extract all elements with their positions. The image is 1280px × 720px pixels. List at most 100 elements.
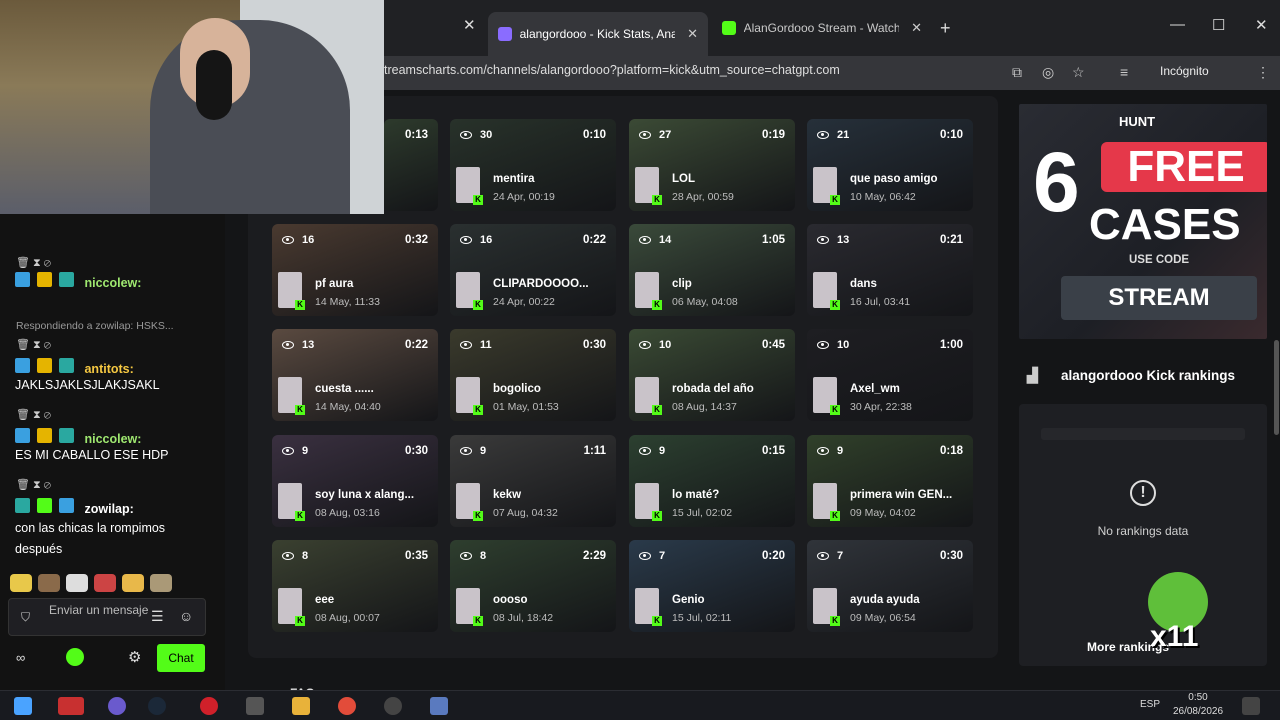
clip-date: 10 May, 06:42 [850, 191, 916, 203]
hunt-ad-banner[interactable]: HUNT 6 FREE CASES USE CODE STREAM [1019, 104, 1267, 339]
eye-off-icon[interactable]: ◎ [1042, 64, 1054, 81]
eye-icon [817, 131, 829, 139]
stream-chat-overlay: 🗑 ⧗ ⊘ niccolew: Respondiendo a zowilap: … [0, 214, 225, 690]
clip-title: soy luna x alang... [315, 489, 415, 501]
chat-reply-ref: Respondiendo a zowilap: HSKS... [16, 320, 174, 332]
clip-card[interactable]: 7 0:30 Kayuda ayuda 09 May, 06:54 [807, 540, 973, 632]
clip-card[interactable]: 16 0:32 Kpf aura 14 May, 11:33 [272, 224, 438, 316]
kick-badge-icon: K [295, 511, 305, 521]
close-tab-icon[interactable]: ✕ [463, 16, 476, 34]
close-icon[interactable]: ✕ [687, 26, 698, 42]
clip-card[interactable]: 27 0:19 K LOL 28 Apr, 00:59 [629, 119, 795, 211]
clip-card[interactable]: 0:13 [384, 119, 438, 211]
page-scrollbar[interactable] [1274, 340, 1279, 435]
chat-input-placeholder[interactable]: Enviar un mensaje [49, 603, 149, 618]
ad-brand: HUNT [1119, 114, 1156, 129]
gear-icon[interactable]: ⚙ [128, 648, 141, 666]
clip-duration: 0:22 [582, 234, 606, 246]
kick-badge-icon: K [830, 511, 840, 521]
points-icon[interactable]: ∞ [16, 650, 25, 665]
app-icon[interactable] [430, 697, 448, 715]
steam-icon[interactable] [148, 697, 166, 715]
clip-title: oooso [493, 594, 528, 606]
chat-send-button[interactable]: Chat [157, 644, 205, 672]
clip-card[interactable]: 11 0:30 Kbogolico 01 May, 01:53 [450, 329, 616, 421]
app-icon[interactable] [108, 697, 126, 715]
clip-card[interactable]: 8 2:29 Koooso 08 Jul, 18:42 [450, 540, 616, 632]
clip-duration: 0:18 [939, 445, 963, 457]
maximize-icon[interactable]: ☐ [1212, 16, 1225, 34]
clip-duration: 0:22 [404, 339, 428, 351]
file-explorer-icon[interactable] [292, 697, 310, 715]
clip-card[interactable]: 9 0:18 Kprimera win GEN... 09 May, 04:02 [807, 435, 973, 527]
clip-views: 8 [282, 550, 308, 562]
system-clock[interactable]: 0:50 26/08/2026 [1168, 691, 1228, 719]
kick-badge-icon: K [652, 616, 662, 626]
clip-date: 08 Aug, 00:07 [315, 612, 380, 624]
clip-date: 16 Jul, 03:41 [850, 296, 911, 308]
chat-username[interactable]: niccolew: [84, 276, 141, 290]
clip-card[interactable]: 16 0:22 K CLIPARDOOOO... 24 Apr, 00:22 [450, 224, 616, 316]
language-indicator[interactable]: ESP [1140, 699, 1160, 710]
windows-start-icon[interactable] [14, 697, 32, 715]
rankings-header: ▟ alangordooo Kick rankings [1020, 364, 1270, 388]
eye-icon [460, 236, 472, 244]
clip-card[interactable]: 9 0:30 Ksoy luna x alang... 08 Aug, 03:16 [272, 435, 438, 527]
tab-kick[interactable]: AlanGordooo Stream - Watch L ✕ [712, 12, 932, 44]
kick-badge-icon: K [295, 616, 305, 626]
obs-icon[interactable] [384, 697, 402, 715]
clip-card[interactable]: 8 0:35 Keee 08 Aug, 00:07 [272, 540, 438, 632]
notification-icon[interactable] [1242, 697, 1260, 715]
kick-icon[interactable] [66, 648, 84, 666]
clip-card[interactable]: 21 0:10 Kque paso amigo 10 May, 06:42 [807, 119, 973, 211]
clip-card[interactable]: 10 1:00 K Axel_wm 30 Apr, 22:38 [807, 329, 973, 421]
close-icon[interactable]: ✕ [911, 20, 922, 36]
clip-card[interactable]: 9 0:15 Klo maté? 15 Jul, 02:02 [629, 435, 795, 527]
chat-username[interactable]: zowilap: [84, 502, 133, 516]
clip-card[interactable]: 14 1:05 Kclip 06 May, 04:08 [629, 224, 795, 316]
app-icon[interactable] [246, 697, 264, 715]
window-close-icon[interactable]: ✕ [1255, 16, 1268, 34]
ad-code-button[interactable]: STREAM [1061, 276, 1257, 320]
clip-view-count: 30 [480, 129, 493, 141]
incognito-label[interactable]: Incógnito [1160, 64, 1209, 78]
emote-menu-icon[interactable]: ☰ [151, 608, 164, 625]
chrome-icon[interactable] [338, 697, 356, 715]
menu-kebab-icon[interactable]: ⋮ [1256, 64, 1270, 81]
kick-badge-icon: K [652, 405, 662, 415]
clip-card[interactable]: 10 0:45 Krobada del año 08 Aug, 14:37 [629, 329, 795, 421]
clip-views: 16 [282, 234, 314, 246]
clip-card[interactable]: 9 1:11 Kkekw 07 Aug, 04:32 [450, 435, 616, 527]
star-icon[interactable]: ☆ [1072, 64, 1085, 81]
opera-icon[interactable] [200, 697, 218, 715]
kick-badge-icon: K [652, 511, 662, 521]
kick-badge-icon: K [473, 616, 483, 626]
clip-card[interactable]: 30 0:10 Kmentira 24 Apr, 00:19 [450, 119, 616, 211]
voicemeeter-icon[interactable] [58, 697, 84, 715]
kick-badge-icon: K [830, 195, 840, 205]
kick-badge-icon: K [473, 195, 483, 205]
reading-list-icon[interactable]: ≡ [1120, 64, 1128, 80]
translate-icon[interactable]: ⧉ [1012, 64, 1022, 81]
windows-taskbar: ESP 0:50 26/08/2026 [0, 690, 1280, 720]
clip-views: 9 [460, 445, 486, 457]
minimize-icon[interactable]: — [1170, 16, 1185, 33]
smiley-icon[interactable]: ☺ [179, 608, 193, 624]
clip-card[interactable]: 13 0:22 Kcuesta ...... 14 May, 04:40 [272, 329, 438, 421]
clip-duration: 0:45 [761, 339, 785, 351]
kick-badge-icon: K [295, 405, 305, 415]
rankings-empty-text: No rankings data [1097, 524, 1189, 538]
kick-badge-icon: K [830, 616, 840, 626]
clip-card[interactable]: 7 0:20 K Genio 15 Jul, 02:11 [629, 540, 795, 632]
clip-duration: 0:35 [404, 550, 428, 562]
new-tab-icon[interactable]: + [940, 18, 951, 39]
chat-username[interactable]: niccolew: [84, 432, 141, 446]
tab-active[interactable]: alangordooo - Kick Stats, Analy ✕ [488, 12, 708, 56]
ad-use-code: USE CODE [1129, 254, 1190, 266]
chat-input[interactable]: ⛉ Enviar un mensaje ☰ ☺ [8, 598, 206, 636]
url-text[interactable]: treamscharts.com/channels/alangordooo?pl… [384, 63, 840, 77]
clip-title: clip [672, 278, 692, 290]
chat-username[interactable]: antitots: [84, 362, 133, 376]
clip-title: que paso amigo [850, 173, 938, 185]
clip-card[interactable]: 13 0:21 Kdans 16 Jul, 03:41 [807, 224, 973, 316]
